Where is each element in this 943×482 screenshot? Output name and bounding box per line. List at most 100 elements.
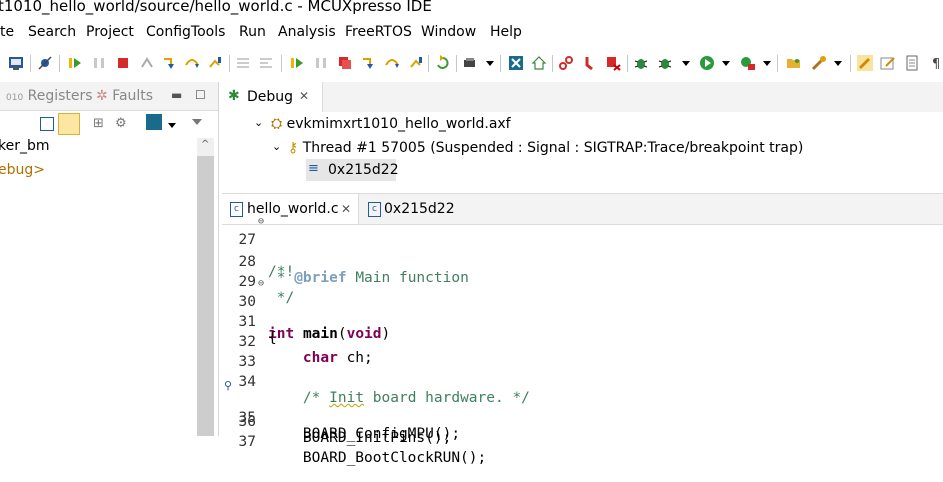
menu-analysis[interactable]: Analysis <box>278 24 336 40</box>
debug-view: ✱ Debug ✕ ⌄ ⛭ evkmimxrt1010_hello_world.… <box>222 82 943 190</box>
title-bar: t1010_hello_world/source/hello_world.c -… <box>0 0 943 21</box>
step-over-icon[interactable] <box>184 55 200 71</box>
tools-icon[interactable] <box>811 55 827 71</box>
link-with-editor-icon[interactable] <box>58 113 80 135</box>
faults-icon: ✲ <box>96 88 108 104</box>
code-line: 31 { <box>238 314 277 346</box>
home-icon[interactable] <box>531 55 547 71</box>
external-tools-icon[interactable] <box>740 55 756 71</box>
skip-breakpoints-icon[interactable] <box>37 55 53 71</box>
terminal-icon[interactable] <box>8 55 24 71</box>
code-line: ⚲ 35 BOARD_ConfigMPU(); <box>224 379 461 442</box>
menu-configtools[interactable]: ConfigTools <box>146 24 225 40</box>
fold-icon[interactable]: ⊖ <box>258 216 264 227</box>
suspend-all-icon[interactable] <box>313 55 329 71</box>
registers-icon: 010 <box>6 93 24 103</box>
code-line: 32 char ch; <box>238 334 373 366</box>
tree-item-project[interactable]: ker_bm <box>0 138 50 154</box>
settings-icon[interactable]: ⚙ <box>115 116 127 131</box>
menu-help[interactable]: Help <box>490 24 522 40</box>
left-toolbar: ⊞ ⚙ <box>0 111 218 139</box>
left-panel: 010 Registers ✲ Faults ▬ ☐ ⊞ ⚙ ker_bm eb… <box>0 82 219 436</box>
frame-row[interactable]: ≡ 0x215d22 <box>306 159 399 181</box>
resume-icon[interactable] <box>67 55 83 71</box>
c-file-icon: c <box>230 202 243 217</box>
fold-icon[interactable]: ⊖ <box>258 278 264 289</box>
link-icon[interactable] <box>558 55 574 71</box>
bug-icon: ✱ <box>228 88 240 104</box>
tree-item-debug[interactable]: ebug> <box>0 162 45 178</box>
menu-search[interactable]: Search <box>28 24 76 40</box>
svg-text:¶: ¶ <box>932 57 940 71</box>
highlight-icon[interactable] <box>857 55 873 71</box>
disconnect-icon[interactable] <box>139 55 155 71</box>
view-menu-icon[interactable] <box>192 119 202 125</box>
tools-dropdown-icon[interactable] <box>834 61 842 66</box>
pilcrow-icon[interactable]: ¶ <box>928 55 943 71</box>
code-line: 36 BOARD_InitPins(); <box>238 414 452 446</box>
code-line: 37 BOARD_BootClockRUN(); <box>238 434 487 466</box>
thread-icon: ⚷ <box>288 140 299 156</box>
left-tabbar: 010 Registers ✲ Faults ▬ ☐ <box>0 82 218 111</box>
code-line: 33 <box>238 354 256 370</box>
open-folder-icon[interactable] <box>786 55 802 71</box>
chevron-down-icon[interactable]: ⌄ <box>254 116 263 129</box>
close-icon[interactable]: ✕ <box>299 89 309 103</box>
terminate-all-icon[interactable] <box>337 55 353 71</box>
axf-row[interactable]: ⛭ evkmimxrt1010_hello_world.axf <box>271 116 511 132</box>
tab-debug[interactable]: ✱ Debug ✕ <box>222 82 323 112</box>
chevron-down-icon[interactable]: ⌄ <box>272 140 281 153</box>
debug-config-icon[interactable] <box>146 114 162 130</box>
step-into-all-icon[interactable] <box>360 55 376 71</box>
menu-bar: te Search Project ConfigTools Run Analys… <box>0 21 943 45</box>
collapse-all-icon[interactable] <box>40 117 54 131</box>
grid-icon[interactable]: ⊞ <box>93 116 104 131</box>
maximize-icon[interactable]: ☐ <box>195 88 206 102</box>
left-scrollbar-thumb[interactable] <box>197 156 214 436</box>
external-tools-dropdown-icon[interactable] <box>763 61 771 66</box>
stack-frame-icon: ≡ <box>308 161 319 176</box>
c-file-icon: c <box>368 202 381 217</box>
menu-run[interactable]: Run <box>239 24 266 40</box>
menu-file[interactable]: te <box>0 24 14 40</box>
close-icon[interactable]: ✕ <box>341 202 351 216</box>
debug-icon[interactable] <box>657 55 673 71</box>
terminate-icon[interactable] <box>115 55 131 71</box>
debug-tabbar: ✱ Debug ✕ <box>222 82 943 112</box>
step-into-icon[interactable] <box>161 55 177 71</box>
drop-frame-icon[interactable] <box>258 55 274 71</box>
tab-faults[interactable]: ✲ Faults <box>96 88 153 104</box>
instruction-step-icon[interactable] <box>235 55 251 71</box>
scroll-up-icon[interactable]: ^ <box>201 139 209 150</box>
code-line: 29 */ <box>238 274 295 306</box>
dropdown-icon[interactable] <box>168 123 176 128</box>
code-area[interactable]: 27 ⊖ /*! 28 * @brief Main function 29 */… <box>222 216 943 466</box>
tab-registers[interactable]: 010 Registers <box>6 88 93 104</box>
build-icon[interactable] <box>462 55 478 71</box>
menu-freertos[interactable]: FreeRTOS <box>345 24 412 40</box>
restart-icon[interactable] <box>434 55 450 71</box>
stop-probe-icon[interactable] <box>605 55 621 71</box>
probe-icon[interactable] <box>582 55 598 71</box>
suspend-icon[interactable] <box>91 55 107 71</box>
step-return-all-icon[interactable] <box>408 55 424 71</box>
run-icon[interactable] <box>699 55 715 71</box>
bug-icon[interactable] <box>633 55 649 71</box>
window-title: t1010_hello_world/source/hello_world.c -… <box>0 0 432 15</box>
left-scrollbar[interactable]: ^ <box>197 138 214 436</box>
menu-project[interactable]: Project <box>86 24 134 40</box>
minimize-icon[interactable]: ▬ <box>171 88 182 102</box>
editor: c hello_world.c ✕ c 0x215d22 27 ⊖ /*! 28… <box>222 193 943 466</box>
step-over-all-icon[interactable] <box>384 55 400 71</box>
resume-all-icon[interactable] <box>289 55 305 71</box>
breakpoint-icon[interactable]: ⚲ <box>224 379 232 392</box>
document-icon[interactable] <box>904 55 920 71</box>
step-return-icon[interactable] <box>207 55 223 71</box>
run-dropdown-icon[interactable] <box>722 61 730 66</box>
thread-row[interactable]: ⚷ Thread #1 57005 (Suspended : Signal : … <box>288 140 803 156</box>
debug-config-icon[interactable] <box>508 55 524 71</box>
menu-window[interactable]: Window <box>421 24 476 40</box>
build-dropdown-icon[interactable] <box>486 61 494 66</box>
edit-block-icon[interactable] <box>880 55 896 71</box>
debug-dropdown-icon[interactable] <box>682 61 690 66</box>
